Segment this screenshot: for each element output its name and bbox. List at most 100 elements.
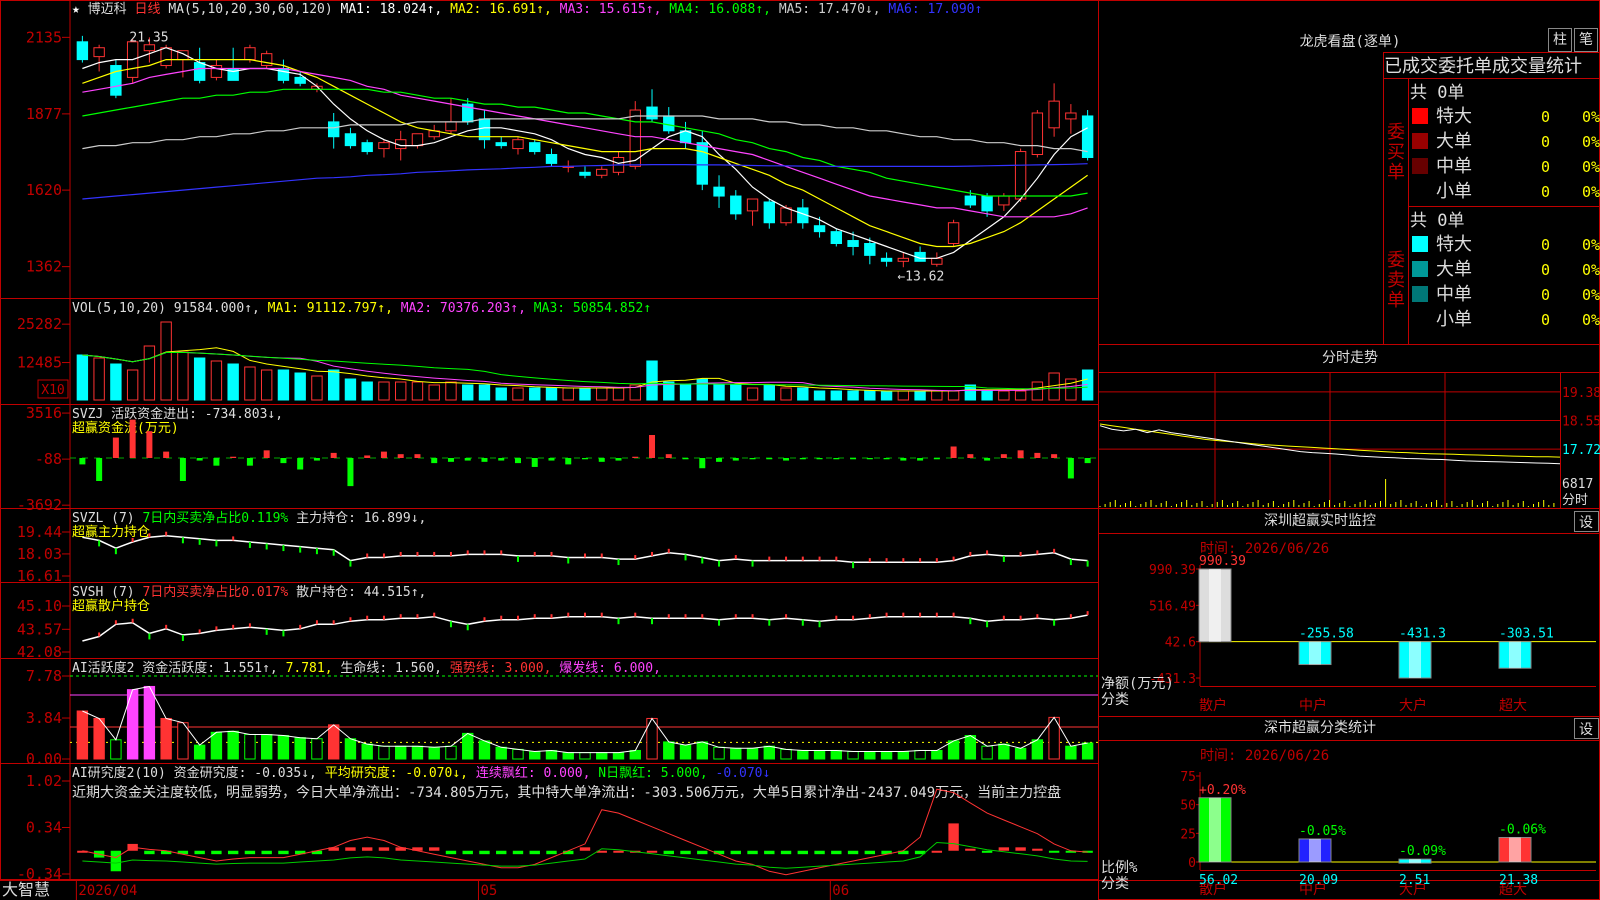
svzj-bar (632, 456, 639, 458)
settings-button-label[interactable]: 设 (1579, 722, 1593, 738)
price-legend-item: MA(5,10,20,30,60,120) (168, 2, 340, 17)
volume-bar (512, 387, 524, 401)
svzj-bar (665, 454, 672, 458)
volume-bar (797, 387, 809, 401)
bar-panel-xlabel: 分类 (1101, 692, 1129, 708)
ai-active-y-tick: 7.78 (26, 667, 62, 685)
svzj-bar (732, 458, 739, 461)
svzj-y-tick: -3692 (17, 496, 62, 514)
ai-study-legend-item: 平均研究度: -0.070↓, (325, 765, 476, 781)
svzl-legend-item: 主力持仓: 16.899↓, (296, 511, 426, 526)
bar-panel-value: -255.58 (1299, 627, 1354, 642)
volume-legend-item: VOL(5,10,20) (72, 301, 174, 316)
volume-bar (327, 369, 340, 401)
volume-bar (545, 387, 558, 401)
bar-panel-y-tick: 516.49 (1149, 599, 1196, 614)
svzj-bar (213, 458, 220, 466)
volume-bar (696, 378, 708, 401)
svzj-bar (833, 458, 840, 460)
ai-study-line (82, 788, 1088, 876)
volume-bar (880, 390, 893, 401)
candle-body (880, 257, 893, 262)
ai-active-bar (612, 752, 625, 760)
order-color-swatch (1412, 286, 1428, 302)
svzj-bar (129, 419, 136, 458)
candle-body (445, 121, 457, 132)
ai-study-bar (998, 847, 1010, 851)
ai-study-bar (211, 850, 222, 855)
order-row-count: 0 (1541, 261, 1550, 279)
ai-active-legend-item: AI活跃度2 资金活跃度: 1.551↑, (72, 660, 286, 676)
svzj-bar (263, 450, 270, 458)
order-row-pct: 0% (1582, 158, 1600, 176)
volume-bar (378, 381, 390, 401)
order-side-label: 委 (1387, 250, 1405, 271)
dragon-tiger-title: 龙虎看盘(逐单) (1300, 33, 1401, 50)
svzj-bar (364, 455, 371, 458)
ai-study-bar (797, 850, 808, 855)
volume-y-tick: 12485 (17, 354, 62, 372)
volume-bar (998, 390, 1010, 401)
ai-study-bar (546, 850, 557, 855)
bar-panel-bar-shine (1209, 797, 1221, 862)
tick-mode-button[interactable]: 笔 (1574, 28, 1598, 52)
svzj-bar (414, 454, 421, 458)
ai-active-bar (679, 744, 692, 760)
ai-active-bar (210, 731, 223, 760)
order-row-name: 特大 (1436, 106, 1472, 127)
candle-body (596, 168, 608, 176)
price-legend-item: 日线 (134, 2, 168, 17)
svzj-legend-item: SVZJ 活跃资金进出: -734.803↓, (72, 406, 283, 422)
ai-study-legend: AI研究度2(10) 资金研究度: -0.035↓, 平均研究度: -0.070… (72, 765, 770, 781)
svzj-bar (866, 458, 873, 460)
order-side-label: 委 (1387, 122, 1405, 143)
order-side-label: 单 (1387, 162, 1405, 183)
volume-bar (864, 390, 876, 401)
candle-body (713, 186, 725, 197)
candle-body (294, 76, 306, 84)
volume-bar (1031, 381, 1044, 401)
bar-panel-y-tick: 0 (1188, 856, 1196, 871)
ai-active-bar (1014, 747, 1027, 760)
bar-mode-button[interactable]: 柱 (1548, 28, 1572, 52)
ai-study-bar (445, 850, 457, 855)
candle-body (193, 62, 206, 81)
price-legend-item: MA4: 16.088↑, (669, 2, 779, 17)
ai-active-bar (227, 730, 239, 760)
ai-active-bar (143, 685, 156, 760)
svzj-bar (1034, 452, 1041, 458)
bar-panel-value: 20.09 (1299, 873, 1338, 888)
ai-study-bar (110, 850, 122, 872)
svzj-bar (615, 458, 622, 461)
volume-bar (143, 345, 156, 401)
order-row-pct: 0% (1582, 236, 1600, 254)
svzj-bar (514, 458, 521, 464)
ai-study-bar (194, 850, 205, 855)
intraday-volume (1099, 479, 1555, 507)
ai-study-bar (864, 850, 876, 855)
x-axis-label: 06 (832, 883, 849, 899)
ai-active-bar (327, 724, 340, 760)
order-row-count: 0 (1541, 183, 1550, 201)
ai-active-bar (395, 745, 407, 760)
ai-study-bar (847, 850, 859, 855)
svzj-bar (431, 458, 438, 464)
svsh-legend: SVSH (7) 7日内买卖净占比0.017% 散户持仓: 44.515↑, (72, 584, 426, 600)
svzj-bar (1017, 450, 1024, 458)
svzj-bar (464, 458, 471, 461)
volume-bar (260, 369, 273, 401)
price-legend-item: MA6: 17.090↑ (888, 2, 982, 17)
volume-bar (76, 354, 89, 401)
ai-study-bar (429, 847, 440, 851)
volume-bar (93, 357, 105, 401)
ai-active-bar (361, 743, 373, 760)
svsh-marks (98, 611, 1089, 641)
svsh-y-tick: 42.08 (17, 643, 62, 661)
ai-active-bar (947, 740, 960, 760)
ai-active-bar (76, 710, 89, 760)
settings-button-label[interactable]: 设 (1579, 515, 1593, 531)
volume-bar (428, 384, 440, 401)
ai-active-bar (160, 717, 172, 760)
svzj-bar (900, 458, 907, 461)
order-side-label: 卖 (1387, 270, 1405, 291)
